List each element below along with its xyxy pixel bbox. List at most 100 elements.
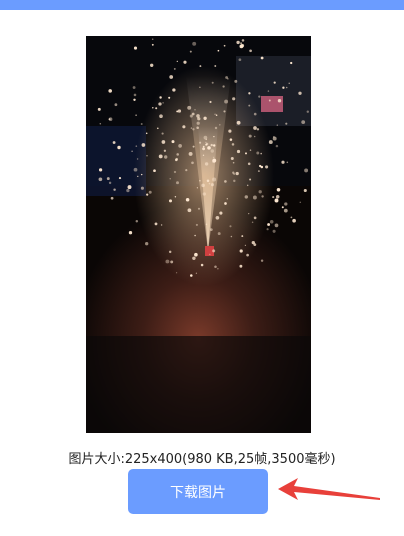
spark [253,112,257,116]
spark [135,114,137,116]
spark [214,113,216,116]
spark [283,208,288,213]
spark [148,190,152,194]
spark [133,167,138,172]
spark [133,98,136,101]
spark [258,95,261,98]
spark [174,196,177,198]
spark [106,177,110,181]
spark [146,193,149,196]
spark [285,122,288,125]
spark [112,141,116,144]
fireworks-fountain-image [86,36,311,433]
spark [168,199,173,203]
spark [303,188,307,193]
spark [222,85,225,88]
spark [269,220,274,224]
spark [248,212,250,215]
spark [276,188,281,192]
spark [214,126,218,130]
spark [217,268,219,270]
spark [236,149,241,154]
spark [232,97,236,101]
spark [202,145,205,148]
spark [209,228,213,232]
image-preview [86,36,311,433]
spark [229,225,232,228]
spark [253,135,256,138]
spark [224,202,227,205]
spark [108,89,112,93]
spark [161,140,166,144]
spark [212,156,215,159]
spark [281,160,285,164]
spark [208,182,211,185]
spark [108,181,112,185]
spark [249,149,252,151]
spark [199,141,202,144]
spark [266,228,269,231]
spark [151,38,154,41]
spark [190,274,193,277]
spark [247,162,251,166]
spark [224,99,229,104]
spark [219,211,223,215]
spark [248,92,251,95]
spark [244,244,247,247]
spark [185,198,190,202]
spark [214,65,217,67]
spark [253,216,257,220]
spark [261,195,264,198]
spark [258,190,262,194]
spark [268,99,271,102]
spark [155,107,158,110]
spark [259,164,262,168]
spark [188,151,193,156]
spark [292,218,296,223]
spark [133,93,137,97]
spark [194,109,196,111]
spark [260,152,262,155]
spark [192,128,195,131]
spark [267,223,271,226]
spark [286,161,289,164]
image-info-text: 图片大小:225x400(980 KB,25帧,3500毫秒) [68,452,336,467]
spark [239,249,243,253]
spark [209,253,211,256]
download-image-button[interactable]: 下载图片 [128,469,268,514]
spark [163,149,167,152]
spark [272,229,276,233]
spark [202,147,206,151]
spark [187,208,192,213]
spark [248,104,251,107]
spark [251,221,254,224]
spark [170,260,174,264]
spark [236,40,240,45]
spark [159,96,162,99]
spark [276,124,278,126]
spark [164,155,168,159]
spark [236,120,241,125]
spark [212,177,217,182]
spark [199,65,202,68]
spark [199,179,201,182]
spark [114,103,118,107]
spark [192,41,197,46]
spark [228,129,232,133]
spark [246,253,249,257]
spark [145,132,148,135]
annotation-arrow-icon [278,478,380,500]
spark [223,110,226,113]
spark [268,140,273,145]
spark [140,186,144,190]
spark [176,153,179,156]
spark [251,240,255,245]
spark [274,223,279,228]
spark [229,138,233,141]
spark [175,272,178,274]
spark [98,177,103,182]
spark [246,184,249,187]
spark [241,39,245,42]
spark [281,206,284,209]
spark [215,114,218,116]
